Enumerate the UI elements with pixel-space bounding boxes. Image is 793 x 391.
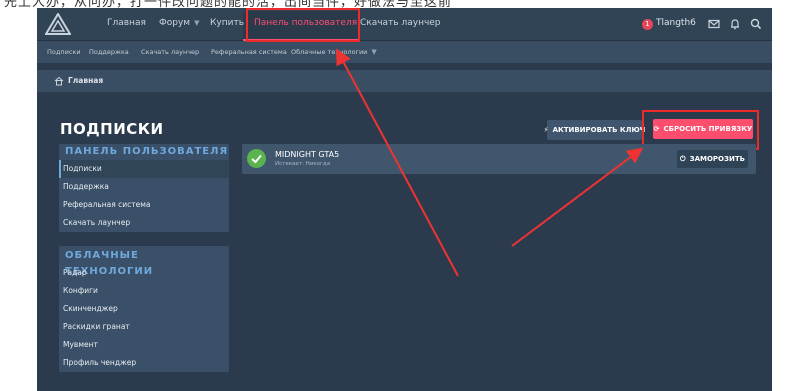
breadcrumb-home-link[interactable]: Главная [68, 76, 103, 85]
subnav-item-download-launcher[interactable]: Скачать лаунчер [141, 48, 199, 56]
freeze-button[interactable]: ⏻ ЗАМОРОЗИТЬ [677, 150, 748, 168]
sidebar-item-configs[interactable]: Конфиги [59, 282, 229, 300]
notification-badge: 1 [642, 19, 653, 30]
search-icon[interactable] [749, 17, 763, 31]
nav-item-home[interactable]: Главная [107, 18, 146, 28]
activate-key-label: АКТИВИРОВАТЬ КЛЮЧ [552, 126, 646, 134]
sidebar-item-download-launcher[interactable]: Скачать лаунчер [59, 214, 229, 232]
nav-item-forum-label: Форум [159, 18, 191, 28]
sidebar-item-profile-changer[interactable]: Профиль ченджер [59, 354, 229, 372]
mail-icon[interactable] [707, 17, 721, 31]
user-menu[interactable]: Tlangth6 [656, 18, 696, 28]
cropped-annotation-text: 先上人办，从问办，打一件改问题的能的活，出间当件，好做法与至这前 [4, 0, 453, 8]
subscription-expiry: Истекает: Никогда [275, 161, 331, 167]
subscription-row: MIDNIGHT GTA5 Истекает: Никогда ⏻ ЗАМОРО… [242, 144, 756, 174]
user-panel-title: ПАНЕЛЬ ПОЛЬЗОВАТЕЛЯ [65, 146, 229, 157]
sidebar-item-movement[interactable]: Мувмент [59, 336, 229, 354]
subnav-item-cloud-label: Облачные технологии [291, 48, 368, 56]
subnav-item-referral[interactable]: Реферальная система [211, 48, 287, 56]
chevron-down-icon: ▼ [371, 48, 377, 56]
sidebar-item-subscriptions[interactable]: Подписки [59, 160, 229, 178]
freeze-label: ЗАМОРОЗИТЬ [689, 155, 745, 163]
activate-key-button[interactable]: ⚡ АКТИВИРОВАТЬ КЛЮЧ [543, 120, 645, 140]
breadcrumb: Главная [37, 70, 772, 92]
app-window: Главная Форум ▼ Купить Панель пользовател… [37, 8, 772, 391]
home-icon [54, 76, 64, 86]
sidebar-item-referral[interactable]: Реферальная система [59, 196, 229, 214]
sidebar-item-support[interactable]: Поддержка [59, 178, 229, 196]
subscription-name: MIDNIGHT GTA5 [275, 150, 340, 159]
power-icon: ⏻ [680, 154, 686, 163]
cloud-tech-title: ОБЛАЧНЫЕ ТЕХНОЛОГИИ [65, 250, 154, 277]
sub-navigation: Подписки Поддержка Скачать лаунчер Рефер… [37, 41, 772, 63]
user-panel-sidebar: ПАНЕЛЬ ПОЛЬЗОВАТЕЛЯ Подписки Поддержка Р… [59, 144, 229, 232]
chevron-down-icon: ▼ [194, 19, 200, 27]
page-title: ПОДПИСКИ [60, 120, 164, 138]
subnav-item-subscriptions[interactable]: Подписки [47, 48, 81, 56]
nav-item-buy[interactable]: Купить [210, 18, 244, 28]
logo-icon[interactable] [45, 13, 71, 35]
cloud-tech-sidebar: ОБЛАЧНЫЕ ТЕХНОЛОГИИ Радар Конфиги Скинче… [59, 246, 229, 372]
nav-item-forum[interactable]: Форум ▼ [159, 18, 199, 28]
sidebar-item-grenades[interactable]: Раскидки гранат [59, 318, 229, 336]
bell-icon[interactable] [728, 17, 742, 31]
cropped-annotation-text-strip: 先上人办，从问办，打一件改问题的能的活，出间当件，好做法与至这前 [0, 0, 793, 8]
sidebar-item-skinchanger[interactable]: Скинченджер [59, 300, 229, 318]
annotation-highlight-user-panel [246, 8, 360, 42]
subnav-item-cloud[interactable]: Облачные технологии ▼ [291, 48, 377, 56]
lightning-icon: ⚡ [543, 126, 549, 134]
nav-item-download-launcher[interactable]: Скачать лаунчер [360, 18, 441, 28]
check-icon [247, 149, 266, 168]
top-navbar: Главная Форум ▼ Купить Панель пользовател… [37, 8, 772, 41]
subnav-item-support[interactable]: Поддержка [89, 48, 129, 56]
